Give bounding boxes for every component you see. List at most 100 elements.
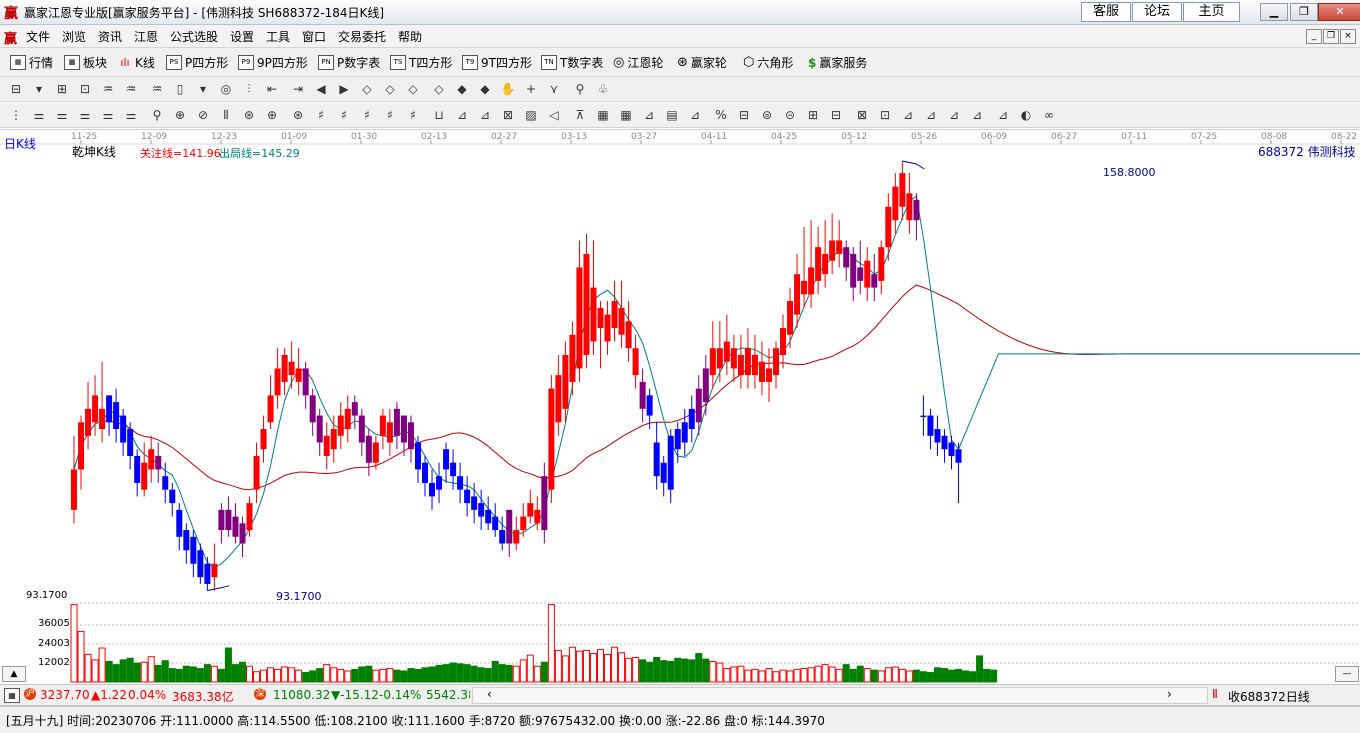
toolbar-quotes-button[interactable]: ▦ 行情 [10, 54, 53, 71]
drawing-tool-1-icon[interactable]: ⋮ [8, 107, 24, 123]
minimize-icon[interactable]: ▁ [1260, 3, 1288, 21]
toolbar-9t-square-button[interactable]: T9 9T四方形 [462, 54, 532, 71]
horizontal-scrollbar[interactable]: ‹ › [472, 687, 1208, 704]
drawing-tool-30-icon[interactable]: ⊿ [687, 107, 703, 123]
drawing-tool-26-icon[interactable]: ▦ [595, 107, 611, 123]
mdi-restore-icon[interactable]: ❐ [1323, 29, 1339, 44]
drawing-tool-16-icon[interactable]: ♯ [359, 107, 375, 123]
toolbar-gann-wheel-button[interactable]: ◎ 江恩轮 [613, 54, 663, 71]
analysis-tool-24-icon[interactable]: ⋎ [546, 81, 562, 97]
toolbar-t-number-button[interactable]: TN T数字表 [541, 54, 603, 71]
scroll-right-icon[interactable]: — [1335, 666, 1359, 682]
drawing-tool-23-icon[interactable]: ▨ [523, 107, 539, 123]
drawing-tool-15-icon[interactable]: ♯ [336, 107, 352, 123]
kline-chart[interactable]: 11-25 12-09 12-23 01-09 01-30 02-13 02-27 03-13… [0, 130, 1360, 684]
toolbar-blocks-button[interactable]: ▩ 板块 [64, 54, 107, 71]
drawing-tool-7-icon[interactable]: ⚲ [149, 107, 165, 123]
filter-icon[interactable]: Ⅱ [1212, 687, 1218, 701]
analysis-tool-8-icon[interactable]: ▯ [172, 81, 188, 97]
drawing-tool-38-icon[interactable]: ⊡ [877, 107, 893, 123]
toolbar-kline-button[interactable]: ılı K线 [118, 54, 154, 71]
drawing-tool-27-icon[interactable]: ▦ [618, 107, 634, 123]
analysis-tool-13-icon[interactable]: ⇥ [290, 81, 306, 97]
drawing-tool-5-icon[interactable]: ⚌ [100, 107, 116, 123]
analysis-tool-5-icon[interactable]: ♒ [100, 81, 116, 97]
drawing-tool-33-icon[interactable]: ⊜ [759, 107, 775, 123]
analysis-tool-3-icon[interactable]: ⊞ [54, 81, 70, 97]
analysis-tool-23-icon[interactable]: + [523, 81, 539, 97]
scroll-right-arrow-icon[interactable]: › [1167, 687, 1172, 701]
analysis-tool-21-icon[interactable]: ◆ [477, 81, 493, 97]
analysis-tool-9-icon[interactable]: ▾ [195, 81, 211, 97]
service-button[interactable]: 客服 [1081, 2, 1131, 22]
drawing-tool-29-icon[interactable]: ▤ [664, 107, 680, 123]
menu-trade[interactable]: 交易委托 [338, 28, 386, 45]
drawing-tool-22-icon[interactable]: ⊠ [500, 107, 516, 123]
menu-help[interactable]: 帮助 [398, 28, 422, 45]
analysis-tool-25-icon[interactable]: ⚲ [572, 81, 588, 97]
drawing-tool-41-icon[interactable]: ⊿ [946, 107, 962, 123]
menu-gann[interactable]: 江恩 [134, 28, 158, 45]
drawing-tool-39-icon[interactable]: ⊿ [900, 107, 916, 123]
drawing-tool-37-icon[interactable]: ⊠ [854, 107, 870, 123]
drawing-tool-21-icon[interactable]: ⊿ [477, 107, 493, 123]
analysis-tool-18-icon[interactable]: ◇ [405, 81, 421, 97]
drawing-tool-11-icon[interactable]: ⊛ [241, 107, 257, 123]
toolbar-t-square-button[interactable]: TS T四方形 [390, 54, 452, 71]
drawing-tool-19-icon[interactable]: ⊔ [431, 107, 447, 123]
toolbar-hexagon-button[interactable]: ⬡ 六角形 [743, 54, 793, 71]
maximize-icon[interactable]: ❐ [1290, 3, 1318, 21]
toolbar-winner-service-button[interactable]: $ 赢家服务 [808, 54, 867, 71]
drawing-tool-25-icon[interactable]: ⊼ [572, 107, 588, 123]
drawing-tool-32-icon[interactable]: ⊟ [736, 107, 752, 123]
menu-settings[interactable]: 设置 [230, 28, 254, 45]
analysis-tool-2-icon[interactable]: ▾ [31, 81, 47, 97]
toolbar-p-number-button[interactable]: PN P数字表 [318, 54, 380, 71]
mdi-close-icon[interactable]: × [1340, 29, 1356, 44]
menu-info[interactable]: 资讯 [98, 28, 122, 45]
forum-button[interactable]: 论坛 [1132, 2, 1182, 22]
analysis-tool-1-icon[interactable]: ⊟ [8, 81, 24, 97]
analysis-tool-17-icon[interactable]: ◇ [382, 81, 398, 97]
table-icon[interactable]: ▦ [4, 688, 20, 703]
drawing-tool-4-icon[interactable]: ⚌ [77, 107, 93, 123]
drawing-tool-44-icon[interactable]: ◐ [1018, 107, 1034, 123]
drawing-tool-31-icon[interactable]: % [713, 107, 729, 123]
kline-chart-panel[interactable]: 11-25 12-09 12-23 01-09 01-30 02-13 02-27 03-13… [0, 129, 1360, 684]
drawing-tool-8-icon[interactable]: ⊕ [172, 107, 188, 123]
drawing-tool-17-icon[interactable]: ♯ [382, 107, 398, 123]
analysis-tool-4-icon[interactable]: ⊡ [77, 81, 93, 97]
analysis-tool-12-icon[interactable]: ⇤ [264, 81, 280, 97]
menu-browse[interactable]: 浏览 [62, 28, 86, 45]
drawing-tool-6-icon[interactable]: ⚌ [123, 107, 139, 123]
toolbar-9p-square-button[interactable]: P9 9P四方形 [238, 54, 308, 71]
drawing-tool-10-icon[interactable]: ⫴ [218, 107, 234, 123]
drawing-tool-45-icon[interactable]: ∞ [1041, 107, 1057, 123]
drawing-tool-2-icon[interactable]: ⚌ [31, 107, 47, 123]
drawing-tool-36-icon[interactable]: ⊟ [828, 107, 844, 123]
analysis-tool-10-icon[interactable]: ◎ [218, 81, 234, 97]
menu-window[interactable]: 窗口 [302, 28, 326, 45]
mdi-minimize-icon[interactable]: _ [1306, 29, 1322, 44]
drawing-tool-20-icon[interactable]: ⊿ [454, 107, 470, 123]
toolbar-winner-wheel-button[interactable]: ⊛ 赢家轮 [677, 54, 727, 71]
toolbar-p-square-button[interactable]: PS P四方形 [166, 54, 228, 71]
menu-file[interactable]: 文件 [26, 28, 50, 45]
drawing-tool-13-icon[interactable]: ⊛ [290, 107, 306, 123]
analysis-tool-15-icon[interactable]: ▶ [336, 81, 352, 97]
drawing-tool-34-icon[interactable]: ⊝ [782, 107, 798, 123]
analysis-tool-19-icon[interactable]: ◇ [431, 81, 447, 97]
analysis-tool-22-icon[interactable]: ✋ [500, 81, 516, 97]
analysis-tool-26-icon[interactable]: ♧ [595, 81, 611, 97]
drawing-tool-12-icon[interactable]: ⊕ [264, 107, 280, 123]
menu-tools[interactable]: 工具 [266, 28, 290, 45]
drawing-tool-28-icon[interactable]: ⊿ [641, 107, 657, 123]
scroll-left-arrow-icon[interactable]: ‹ [487, 687, 492, 701]
close-icon[interactable]: ✕ [1318, 3, 1360, 21]
drawing-tool-3-icon[interactable]: ⚌ [54, 107, 70, 123]
home-button[interactable]: 主页 [1183, 2, 1240, 22]
analysis-tool-20-icon[interactable]: ◆ [454, 81, 470, 97]
drawing-tool-35-icon[interactable]: ⊞ [805, 107, 821, 123]
drawing-tool-24-icon[interactable]: ◁ [546, 107, 562, 123]
drawing-tool-18-icon[interactable]: ♯ [405, 107, 421, 123]
